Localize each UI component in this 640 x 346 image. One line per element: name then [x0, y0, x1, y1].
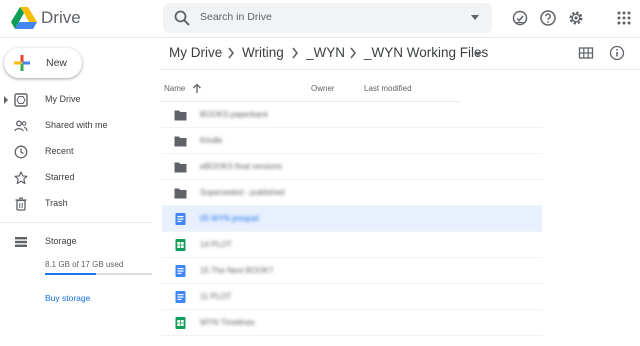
sidebar-item-shared-with-me[interactable]: Shared with me	[0, 113, 152, 139]
top-bar: Drive Search in Drive	[0, 0, 640, 38]
file-row[interactable]: WYN Timelines	[162, 310, 542, 336]
row-divider	[162, 335, 542, 336]
sidebar-divider	[0, 222, 152, 223]
sidebar-item-label: My Drive	[45, 94, 81, 104]
google-docs-icon	[175, 291, 186, 303]
grid-view-icon[interactable]	[578, 45, 594, 61]
clock-icon	[14, 145, 28, 159]
info-icon[interactable]	[609, 45, 625, 61]
new-button-label: New	[46, 57, 68, 69]
breadcrumb-wyn[interactable]: _WYN	[306, 45, 345, 60]
sidebar-item-label: Shared with me	[45, 120, 108, 130]
folder-icon	[174, 162, 187, 173]
sort-arrow-up-icon[interactable]	[192, 83, 202, 94]
chevron-right-icon	[228, 47, 235, 59]
file-row[interactable]: 05 WYN prequel	[162, 206, 542, 232]
folder-icon	[174, 136, 187, 147]
folder-menu-caret-icon[interactable]	[474, 52, 482, 56]
storage-progress-fill	[45, 273, 96, 275]
sidebar-item-storage[interactable]: Storage	[0, 229, 152, 255]
chevron-right-icon	[350, 47, 357, 59]
plus-icon	[14, 55, 30, 71]
sidebar-item-my-drive[interactable]: My Drive	[0, 87, 152, 113]
storage-icon	[15, 237, 27, 247]
google-docs-icon	[175, 213, 186, 225]
file-name: 11 PLOT	[200, 292, 232, 301]
file-row[interactable]: 11 PLOT	[162, 284, 542, 310]
google-sheets-icon	[175, 239, 186, 251]
settings-icon[interactable]	[567, 9, 585, 27]
search-input[interactable]: Search in Drive	[200, 11, 272, 23]
file-row[interactable]: Kindle	[162, 128, 542, 154]
sidebar-item-label: Trash	[45, 198, 68, 208]
google-sheets-icon	[175, 317, 186, 329]
file-name: BOOKS paperback	[200, 110, 269, 119]
people-icon	[14, 120, 28, 132]
sidebar-item-label: Starred	[45, 172, 75, 182]
sidebar-item-recent[interactable]: Recent	[0, 139, 152, 165]
help-icon[interactable]	[539, 9, 557, 27]
file-row[interactable]: 14 PLOT	[162, 232, 542, 258]
toolbar-divider	[160, 69, 640, 70]
file-name: 15 The Next BOOK?	[200, 266, 274, 275]
folder-icon	[174, 188, 187, 199]
search-options-icon[interactable]	[471, 15, 479, 20]
file-name: WYN Timelines	[200, 318, 255, 327]
file-name: 14 PLOT	[200, 240, 233, 249]
breadcrumb-my-drive[interactable]: My Drive	[169, 45, 222, 60]
file-name: 05 WYN prequel	[200, 214, 259, 223]
apps-grid-icon[interactable]	[615, 9, 633, 27]
column-header-owner[interactable]: Owner	[311, 84, 335, 93]
file-row[interactable]: Superseded - published	[162, 180, 542, 206]
new-button[interactable]: New	[4, 48, 82, 78]
drive-logo-icon[interactable]	[11, 7, 37, 29]
buy-storage-link[interactable]: Buy storage	[45, 293, 90, 303]
column-header-last-modified[interactable]: Last modified	[364, 84, 412, 93]
breadcrumb-current-folder[interactable]: _WYN Working Files	[364, 45, 488, 60]
sidebar-item-trash[interactable]: Trash	[0, 191, 152, 217]
file-row[interactable]: 15 The Next BOOK?	[162, 258, 542, 284]
expand-arrow-icon[interactable]	[4, 96, 8, 104]
app-name: Drive	[41, 8, 81, 27]
google-docs-icon	[175, 265, 186, 277]
star-icon	[14, 171, 28, 185]
folder-icon	[174, 110, 187, 121]
ready-offline-icon[interactable]	[511, 9, 529, 27]
sidebar-item-label: Recent	[45, 146, 74, 156]
file-name: Superseded - published	[200, 188, 285, 197]
trash-icon	[15, 197, 27, 211]
file-name: eBOOKS final versions	[200, 162, 282, 171]
file-name: Kindle	[200, 136, 223, 145]
sidebar-item-starred[interactable]: Starred	[0, 165, 152, 191]
storage-usage-text: 8.1 GB of 17 GB used	[45, 260, 124, 269]
my-drive-icon	[14, 93, 28, 107]
storage-progress-bar	[45, 273, 152, 275]
file-row[interactable]: BOOKS paperback	[162, 102, 542, 128]
chevron-right-icon	[292, 47, 299, 59]
breadcrumb-writing[interactable]: Writing	[242, 45, 284, 60]
sidebar-item-label: Storage	[45, 236, 77, 246]
search-icon[interactable]	[173, 9, 191, 27]
search-box[interactable]: Search in Drive	[163, 3, 492, 33]
column-header-name[interactable]: Name	[164, 84, 185, 93]
file-row[interactable]: eBOOKS final versions	[162, 154, 542, 180]
